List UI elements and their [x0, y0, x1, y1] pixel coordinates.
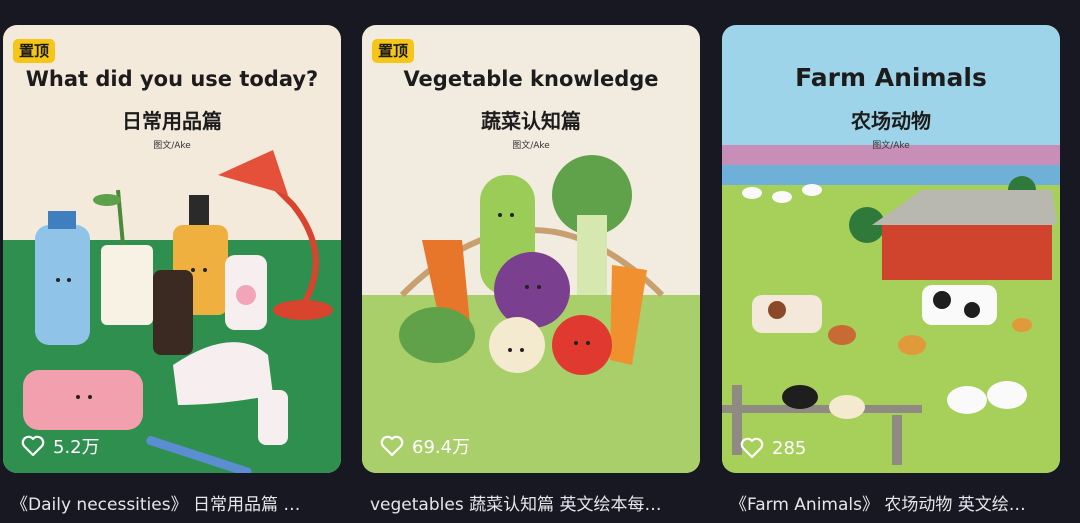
note-card-farm-animals[interactable]: Farm Animals 农场动物 图文/Ake 285 《Farm Anima… [722, 25, 1060, 515]
like-counter[interactable]: 69.4万 [380, 433, 470, 459]
heart-outline-icon[interactable] [740, 437, 764, 459]
note-title[interactable]: vegetables 蔬菜认知篇 英文绘本每… [370, 490, 696, 515]
cover-title-en: Vegetable knowledge [403, 67, 659, 91]
pinned-badge: 置顶 [13, 39, 56, 63]
note-title[interactable]: 《Farm Animals》 农场动物 英文绘… [730, 490, 1056, 515]
cover-title-en: Farm Animals [795, 63, 987, 92]
like-count: 285 [772, 437, 807, 459]
note-card-vegetables[interactable]: 置顶 Vegetable knowledge 蔬菜认知篇 图文/Ake 69.4… [362, 25, 700, 515]
heart-outline-icon[interactable] [380, 435, 404, 457]
cover-title-zh: 蔬菜认知篇 [481, 109, 581, 133]
like-count: 5.2万 [53, 437, 100, 458]
cover-illustration [722, 25, 1060, 473]
cover-image[interactable]: Farm Animals 农场动物 图文/Ake 285 [722, 25, 1060, 473]
note-card-daily-necessities[interactable]: 置顶 What did you use today? 日常用品篇 图文/Ake … [3, 25, 341, 515]
cover-illustration [3, 25, 341, 473]
note-title[interactable]: 《Daily necessities》 日常用品篇 … [11, 490, 337, 515]
cover-image[interactable]: 置顶 What did you use today? 日常用品篇 图文/Ake … [3, 25, 341, 473]
cover-title-zh: 农场动物 [851, 109, 931, 133]
like-counter[interactable]: 5.2万 [21, 433, 100, 459]
cover-illustration [362, 25, 700, 473]
cover-author: 图文/Ake [872, 141, 910, 151]
like-counter[interactable]: 285 [740, 437, 806, 459]
note-feed: 置顶 What did you use today? 日常用品篇 图文/Ake … [0, 0, 1080, 523]
cover-author: 图文/Ake [153, 141, 191, 151]
cover-title-en: What did you use today? [25, 67, 319, 91]
cover-author: 图文/Ake [512, 141, 550, 151]
cover-title-zh: 日常用品篇 [122, 109, 222, 133]
like-count: 69.4万 [412, 437, 471, 458]
pinned-badge: 置顶 [372, 39, 415, 63]
heart-outline-icon[interactable] [21, 435, 45, 457]
cover-image[interactable]: 置顶 Vegetable knowledge 蔬菜认知篇 图文/Ake 69.4… [362, 25, 700, 473]
